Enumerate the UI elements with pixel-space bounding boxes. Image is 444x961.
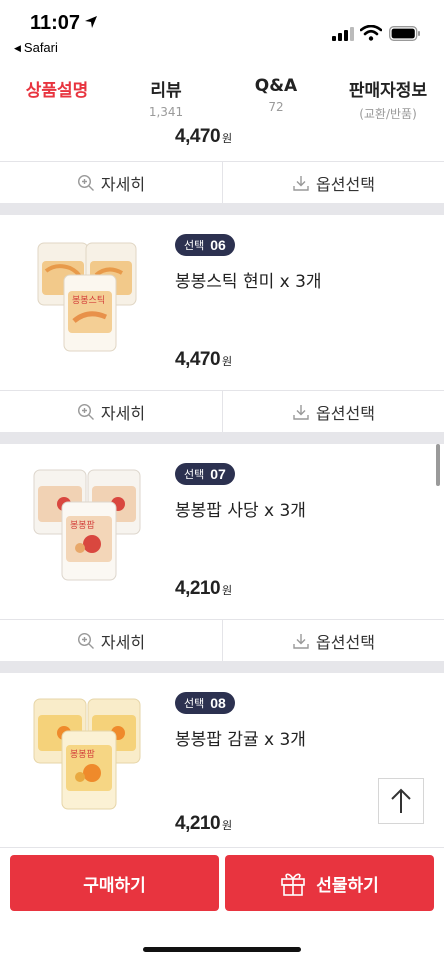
buy-button[interactable]: 구매하기 <box>10 855 219 911</box>
product-option-list[interactable]: 4,470 원 자세히 옵션선택 봉봉스틱 선택 06 봉봉스틱 현미 x 3개 4… <box>0 122 444 847</box>
svg-text:봉봉팝: 봉봉팝 <box>70 748 95 760</box>
select-option-button[interactable]: 옵션선택 <box>222 162 444 204</box>
detail-button[interactable]: 자세히 <box>0 162 222 204</box>
zoom-in-icon <box>77 174 94 191</box>
action-row: 자세히 옵션선택 <box>0 619 444 662</box>
option-number: 07 <box>210 466 226 482</box>
tab-count: 1,341 <box>148 105 184 119</box>
product-price: 4,470 원 <box>175 349 233 370</box>
download-icon <box>293 405 309 420</box>
detail-label: 자세히 <box>100 175 146 194</box>
list-item-option-06: 봉봉스틱 선택 06 봉봉스틱 현미 x 3개 4,470 원 <box>0 215 444 390</box>
cellular-signal-icon <box>332 27 354 41</box>
zoom-in-icon <box>77 632 94 649</box>
section-divider <box>0 432 444 444</box>
option-badge-label: 선택 <box>184 697 205 710</box>
detail-label: 자세히 <box>100 404 146 423</box>
product-price: 4,470 원 <box>175 126 233 147</box>
tab-qna[interactable]: Q&A 72 <box>246 76 306 114</box>
option-badge: 선택 06 <box>175 234 235 256</box>
download-icon <box>293 176 309 191</box>
product-name: 봉봉팝 감귤 x 3개 <box>175 730 306 750</box>
select-option-button[interactable]: 옵션선택 <box>222 620 444 662</box>
arrow-up-icon <box>391 788 411 813</box>
tab-seller-info[interactable]: 판매자정보 (교환/반품) <box>340 76 436 122</box>
product-price: 4,210 원 <box>175 813 233 834</box>
tab-label: Q&A <box>254 76 298 96</box>
list-item-previous: 4,470 원 <box>0 122 444 162</box>
zoom-in-icon <box>77 403 94 420</box>
back-to-safari-link[interactable]: ◀ Safari <box>14 40 58 55</box>
product-price: 4,210 원 <box>175 578 233 599</box>
tab-reviews[interactable]: 리뷰 1,341 <box>136 76 196 119</box>
pop-snack-pouches-tangerine-icon: 봉봉팝 <box>33 698 141 810</box>
svg-text:봉봉팝: 봉봉팝 <box>70 519 95 531</box>
option-badge: 선택 08 <box>175 692 235 714</box>
select-option-label: 옵션선택 <box>316 633 375 652</box>
tab-label: 리뷰 <box>150 81 182 101</box>
tab-label: 상품설명 <box>25 81 89 101</box>
download-icon <box>293 634 309 649</box>
svg-text:봉봉스틱: 봉봉스틱 <box>72 294 105 306</box>
tab-count: 72 <box>268 100 284 114</box>
back-app-label: Safari <box>23 40 58 55</box>
rice-stick-snack-pouches-icon: 봉봉스틱 <box>37 242 137 352</box>
scroll-to-top-button[interactable] <box>378 778 424 824</box>
purchase-bar: 구매하기 선물하기 <box>0 847 444 961</box>
tab-label: 판매자정보 <box>348 81 428 101</box>
option-badge-label: 선택 <box>184 239 205 252</box>
gift-icon <box>281 873 306 896</box>
list-item-option-07: 봉봉팝 선택 07 봉봉팝 사당 x 3개 4,210 원 <box>0 444 444 619</box>
detail-button[interactable]: 자세히 <box>0 391 222 433</box>
select-option-label: 옵션선택 <box>316 404 375 423</box>
option-badge: 선택 07 <box>175 463 235 485</box>
wifi-icon <box>360 25 382 41</box>
section-divider <box>0 203 444 215</box>
product-detail-tabs: 상품설명 리뷰 1,341 Q&A 72 판매자정보 (교환/반품) <box>0 62 444 183</box>
option-number: 08 <box>210 695 226 711</box>
option-badge-label: 선택 <box>184 468 205 481</box>
action-row: 자세히 옵션선택 <box>0 390 444 433</box>
section-divider <box>0 661 444 673</box>
pop-snack-pouches-strawberry-icon: 봉봉팝 <box>33 469 141 581</box>
tab-description[interactable]: 상품설명 <box>22 76 92 101</box>
detail-label: 자세히 <box>100 633 146 652</box>
detail-button[interactable]: 자세히 <box>0 620 222 662</box>
select-option-label: 옵션선택 <box>316 175 375 194</box>
gift-label: 선물하기 <box>316 875 379 896</box>
status-time: 11:07 <box>30 12 81 34</box>
option-number: 06 <box>210 237 226 253</box>
scrollbar[interactable] <box>436 444 440 486</box>
product-name: 봉봉스틱 현미 x 3개 <box>175 272 322 292</box>
status-bar: 11:07 ◀ Safari <box>0 0 444 62</box>
gift-button[interactable]: 선물하기 <box>225 855 434 911</box>
action-row: 자세히 옵션선택 <box>0 161 444 204</box>
home-indicator[interactable] <box>143 947 301 952</box>
back-triangle-icon: ◀ <box>14 43 21 53</box>
battery-icon <box>389 26 420 41</box>
buy-label: 구매하기 <box>83 875 146 896</box>
tab-subtitle: (교환/반품) <box>359 107 417 121</box>
location-arrow-icon <box>85 16 97 28</box>
product-name: 봉봉팝 사당 x 3개 <box>175 501 306 521</box>
select-option-button[interactable]: 옵션선택 <box>222 391 444 433</box>
